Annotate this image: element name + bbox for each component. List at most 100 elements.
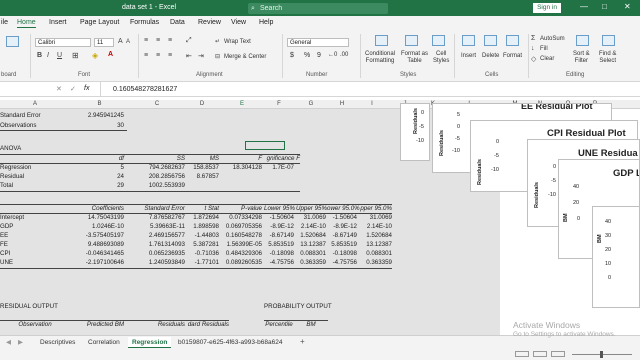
- minimize-button[interactable]: —: [580, 2, 588, 11]
- prev-sheet-icon[interactable]: ◀: [6, 338, 11, 346]
- font-size-select[interactable]: 11: [94, 38, 114, 47]
- wrap-text-button[interactable]: Wrap Text: [224, 39, 251, 45]
- chart-partial-left[interactable]: Residuals 0 -5 -10: [400, 103, 430, 161]
- column-header[interactable]: C: [127, 101, 187, 107]
- sheet-tab-regression[interactable]: Regression: [128, 337, 172, 348]
- merge-center-button[interactable]: Merge & Center: [224, 54, 266, 60]
- wrap-text-icon[interactable]: ↵: [215, 38, 220, 45]
- percent-button[interactable]: %: [304, 52, 310, 59]
- conditional-formatting-button[interactable]: Conditional Formatting: [365, 51, 395, 65]
- tab-insert[interactable]: Insert: [49, 19, 67, 26]
- sheet-tab-descriptives[interactable]: Descriptives: [36, 337, 79, 348]
- page-break-view-icon[interactable]: [551, 351, 565, 357]
- comma-button[interactable]: 9: [317, 52, 321, 59]
- number-format-select[interactable]: General: [287, 38, 349, 47]
- ribbon-tabs: ile Home Insert Page Layout Formulas Dat…: [0, 16, 640, 30]
- find-select-button[interactable]: Find & Select: [599, 51, 616, 65]
- tab-review[interactable]: Review: [198, 19, 221, 26]
- font-name-select[interactable]: Calibri: [35, 38, 91, 47]
- font-color-icon[interactable]: A: [108, 51, 113, 58]
- column-header[interactable]: A: [0, 101, 70, 107]
- delete-cells-button[interactable]: Delete: [482, 53, 499, 59]
- normal-view-icon[interactable]: [515, 351, 529, 357]
- tab-file[interactable]: ile: [1, 19, 8, 26]
- selected-cell[interactable]: [245, 141, 285, 150]
- column-header[interactable]: F: [264, 101, 294, 107]
- format-as-table-icon[interactable]: [405, 35, 418, 46]
- column-header[interactable]: E: [222, 101, 262, 107]
- align-right-icon[interactable]: ≡: [168, 52, 172, 59]
- tab-data[interactable]: Data: [170, 19, 185, 26]
- fill-color-icon[interactable]: ◈: [92, 51, 98, 60]
- clear-icon[interactable]: ◇: [531, 55, 536, 63]
- format-as-table-button[interactable]: Format as Table: [401, 51, 428, 65]
- sheet-tab-data[interactable]: b0159807-e625-4f63-a993-b68a624: [174, 337, 286, 348]
- italic-button[interactable]: I: [47, 52, 49, 59]
- conditional-formatting-icon[interactable]: [375, 35, 388, 46]
- tab-formulas[interactable]: Formulas: [130, 19, 159, 26]
- align-bottom-icon[interactable]: ≡: [168, 37, 172, 44]
- coef-header: Upper 95%: [296, 205, 327, 212]
- close-button[interactable]: ✕: [624, 2, 631, 11]
- decrease-decimal-button[interactable]: .00: [340, 52, 348, 58]
- anova-cell: 5: [120, 164, 124, 171]
- orientation-icon[interactable]: ⤢: [186, 37, 192, 45]
- bold-button[interactable]: B: [37, 52, 42, 59]
- underline-button[interactable]: U: [57, 52, 62, 59]
- column-header[interactable]: I: [357, 101, 387, 107]
- page-layout-view-icon[interactable]: [533, 351, 547, 357]
- watermark-line2: Go to Settings to activate Windows.: [513, 331, 616, 338]
- align-left-icon[interactable]: ≡: [144, 52, 148, 59]
- fx-icon[interactable]: fx: [84, 85, 89, 92]
- cell-styles-button[interactable]: Cell Styles: [433, 51, 449, 65]
- enter-icon[interactable]: ✓: [70, 85, 76, 93]
- increase-indent-icon[interactable]: ⇥: [198, 52, 204, 60]
- tab-home[interactable]: Home: [17, 19, 36, 28]
- cell-styles-icon[interactable]: [432, 35, 445, 46]
- align-middle-icon[interactable]: ≡: [156, 37, 160, 44]
- column-header[interactable]: B: [72, 101, 127, 107]
- column-header[interactable]: D: [187, 101, 217, 107]
- column-header[interactable]: H: [327, 101, 357, 107]
- sign-in-button[interactable]: Sign in: [533, 3, 561, 13]
- add-sheet-button[interactable]: +: [300, 337, 305, 346]
- increase-decimal-button[interactable]: ←0: [328, 52, 337, 58]
- autosum-button[interactable]: AutoSum: [540, 36, 565, 42]
- shrink-font-icon[interactable]: A: [126, 39, 130, 45]
- align-center-icon[interactable]: ≡: [156, 52, 160, 59]
- delete-cells-icon[interactable]: [484, 35, 497, 46]
- sort-filter-icon[interactable]: [576, 35, 589, 46]
- format-cells-button[interactable]: Format: [503, 53, 522, 59]
- paste-icon[interactable]: [6, 36, 19, 47]
- fill-button[interactable]: Fill: [540, 46, 548, 52]
- clear-button[interactable]: Clear: [540, 56, 554, 62]
- tab-view[interactable]: View: [231, 19, 246, 26]
- tab-page-layout[interactable]: Page Layout: [80, 19, 119, 26]
- sort-filter-button[interactable]: Sort & Filter: [573, 51, 590, 65]
- autosum-icon[interactable]: Σ: [531, 35, 535, 42]
- format-cells-icon[interactable]: [506, 35, 519, 46]
- align-top-icon[interactable]: ≡: [144, 37, 148, 44]
- sheet-tab-correlation[interactable]: Correlation: [84, 337, 124, 348]
- formula-input[interactable]: 0.160548278281627: [113, 86, 177, 93]
- next-sheet-icon[interactable]: ▶: [18, 338, 23, 346]
- coef-cell: 0.363359: [366, 259, 392, 266]
- currency-button[interactable]: $: [290, 52, 294, 59]
- restore-button[interactable]: □: [602, 2, 607, 11]
- grow-font-icon[interactable]: A: [118, 38, 123, 45]
- insert-cells-icon[interactable]: [462, 35, 475, 46]
- insert-cells-button[interactable]: Insert: [461, 53, 476, 59]
- merge-icon[interactable]: ⊟: [215, 53, 220, 60]
- find-select-icon[interactable]: [602, 35, 615, 46]
- column-header[interactable]: G: [296, 101, 326, 107]
- fill-icon[interactable]: ↓: [531, 45, 535, 52]
- zoom-slider-thumb[interactable]: [600, 351, 603, 358]
- decrease-indent-icon[interactable]: ⇤: [186, 52, 192, 60]
- borders-icon[interactable]: ⊞: [72, 51, 79, 60]
- tab-help[interactable]: Help: [259, 19, 273, 26]
- search-box[interactable]: ⌕ Search: [248, 3, 388, 14]
- chart-line-fit-partial[interactable]: BM 40 30 20 10 0: [592, 206, 640, 308]
- divider: [100, 82, 101, 97]
- cancel-icon[interactable]: ✕: [56, 85, 62, 93]
- coef-cell: -8.67149: [332, 232, 357, 239]
